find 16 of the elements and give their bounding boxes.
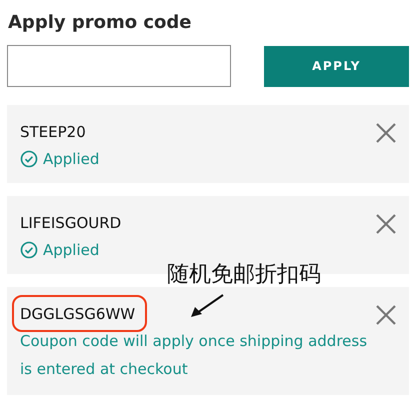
coupon-code: LIFEISGOURD <box>20 214 122 232</box>
close-button[interactable] <box>375 304 397 326</box>
coupon-code: STEEP20 <box>20 123 86 141</box>
close-button[interactable] <box>375 213 397 235</box>
coupon-code: DGGLGSG6WW <box>20 305 136 323</box>
check-circle-icon <box>20 241 38 259</box>
close-button[interactable] <box>375 122 397 144</box>
applied-status: Applied <box>43 240 100 261</box>
annotation-label: 随机免邮折扣码 <box>167 261 321 289</box>
pending-message: Coupon code will apply once shipping address is entered at checkout <box>20 331 368 380</box>
check-circle-icon <box>20 150 38 168</box>
apply-button[interactable]: APPLY <box>264 46 409 86</box>
applied-status: Applied <box>43 149 100 170</box>
promo-code-field[interactable] <box>7 45 231 87</box>
annotation-arrow <box>189 293 225 319</box>
section-title: Apply promo code <box>8 12 193 33</box>
